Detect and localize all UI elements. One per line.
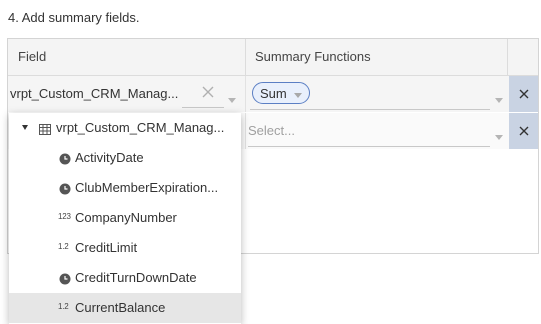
- field-select-value: vrpt_Custom_CRM_Manag...: [10, 86, 179, 101]
- column-header-summary-functions[interactable]: Summary Functions: [246, 39, 508, 75]
- close-icon: [519, 126, 528, 136]
- chevron-down-icon[interactable]: [495, 135, 503, 140]
- function-underline: [250, 109, 490, 110]
- column-header-field[interactable]: Field: [8, 39, 246, 75]
- field-select[interactable]: vrpt_Custom_CRM_Manag...: [8, 76, 246, 112]
- chevron-down-icon[interactable]: [228, 98, 236, 103]
- clock-icon: [59, 272, 71, 285]
- function-multiselect[interactable]: Sum: [246, 76, 508, 112]
- decimal-icon: 1.2: [58, 242, 69, 251]
- list-item-creditturndowndate[interactable]: CreditTurnDownDate: [9, 263, 241, 293]
- close-icon: [519, 89, 528, 99]
- grid-header: Field Summary Functions: [8, 39, 538, 76]
- field-underline: [182, 107, 224, 108]
- list-item-clubmemberexpiration[interactable]: ClubMemberExpiration...: [9, 173, 241, 203]
- chevron-down-icon[interactable]: [495, 98, 503, 103]
- clock-icon: [59, 182, 71, 195]
- expand-caret-icon[interactable]: [22, 125, 28, 130]
- list-item-creditlimit[interactable]: 1.2 CreditLimit: [9, 233, 241, 263]
- delete-row-button[interactable]: [509, 113, 538, 149]
- dropdown-root-label: vrpt_Custom_CRM_Manag...: [56, 120, 225, 135]
- step-title: 4. Add summary fields.: [8, 10, 140, 25]
- chevron-down-icon[interactable]: [294, 93, 302, 98]
- list-item-label: CurrentBalance: [75, 300, 166, 315]
- table-icon: [39, 122, 51, 140]
- field-dropdown-list: vrpt_Custom_CRM_Manag... ActivityDate Cl…: [9, 113, 241, 324]
- function-tag-sum[interactable]: Sum: [252, 82, 310, 104]
- dropdown-root-node[interactable]: vrpt_Custom_CRM_Manag...: [9, 113, 241, 143]
- list-item-companynumber[interactable]: 123 CompanyNumber: [9, 203, 241, 233]
- function-tag-label: Sum: [260, 86, 287, 101]
- list-item-activitydate[interactable]: ActivityDate: [9, 143, 241, 173]
- function-multiselect[interactable]: Select...: [246, 113, 508, 149]
- clear-icon[interactable]: [198, 82, 218, 102]
- list-item-label: CompanyNumber: [75, 210, 177, 225]
- list-item-label: CreditTurnDownDate: [75, 270, 197, 285]
- function-underline: [248, 146, 490, 147]
- function-select-placeholder: Select...: [248, 123, 295, 138]
- list-item-label: ActivityDate: [75, 150, 144, 165]
- integer-icon: 123: [58, 212, 71, 221]
- table-row: vrpt_Custom_CRM_Manag... Sum: [8, 76, 538, 112]
- decimal-icon: 1.2: [58, 302, 69, 311]
- delete-row-button[interactable]: [509, 76, 538, 112]
- list-item-currentbalance[interactable]: 1.2 CurrentBalance: [9, 293, 241, 323]
- clock-icon: [59, 152, 71, 165]
- list-item-label: CreditLimit: [75, 240, 138, 255]
- list-item-label: ClubMemberExpiration...: [75, 180, 219, 195]
